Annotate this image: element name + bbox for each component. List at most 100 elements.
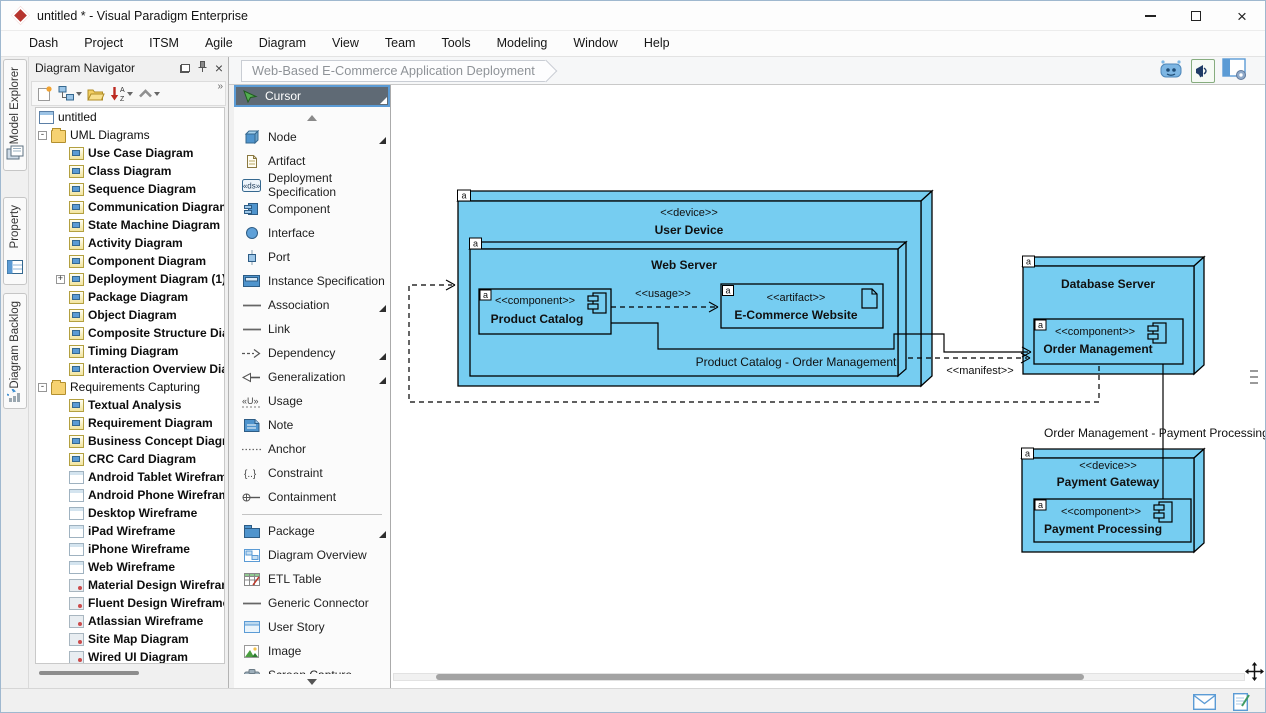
side-tab-property[interactable]: Property xyxy=(3,197,27,285)
expand-corner-icon[interactable] xyxy=(380,97,387,104)
palette-item-generic-connector[interactable]: Generic Connector xyxy=(234,591,390,615)
toolbar-overflow-icon[interactable]: » xyxy=(217,82,222,92)
palette-item-anchor[interactable]: Anchor xyxy=(234,437,390,461)
palette-item-link[interactable]: Link xyxy=(234,317,390,341)
tree-item-composite-structure-diagram[interactable]: Composite Structure Diagram xyxy=(36,324,224,342)
menu-view[interactable]: View xyxy=(319,31,372,56)
announcement-button[interactable] xyxy=(1191,59,1215,83)
breadcrumb[interactable]: Web-Based E-Commerce Application Deploym… xyxy=(241,60,546,82)
palette-item-note[interactable]: Note xyxy=(234,413,390,437)
palette-scroll-up[interactable] xyxy=(234,115,390,121)
palette-item-dependency[interactable]: Dependency xyxy=(234,341,390,365)
palette-scroll-down[interactable] xyxy=(234,679,390,685)
palette-item-constraint[interactable]: {..}Constraint xyxy=(234,461,390,485)
tree-item-atlassian-wireframe[interactable]: Atlassian Wireframe xyxy=(36,612,224,630)
menu-project[interactable]: Project xyxy=(71,31,136,56)
tree-item-requirements-capturing[interactable]: -Requirements Capturing xyxy=(36,378,224,396)
close-button[interactable]: × xyxy=(1219,1,1265,31)
expand-corner-icon[interactable] xyxy=(379,353,386,360)
tree-item-site-map-diagram[interactable]: Site Map Diagram xyxy=(36,630,224,648)
tree-item-iphone-wireframe[interactable]: iPhone Wireframe xyxy=(36,540,224,558)
tree-item-material-design-wireframe[interactable]: Material Design Wireframe xyxy=(36,576,224,594)
tree-item-textual-analysis[interactable]: Textual Analysis xyxy=(36,396,224,414)
expand-corner-icon[interactable] xyxy=(379,377,386,384)
tree-item-package-diagram[interactable]: Package Diagram xyxy=(36,288,224,306)
tree-item-class-diagram[interactable]: Class Diagram xyxy=(36,162,224,180)
component-product-catalog[interactable]: a <<component>> Product Catalog xyxy=(479,289,611,334)
expand-expander-icon[interactable]: + xyxy=(56,275,65,284)
palette-item-component[interactable]: Component xyxy=(234,197,390,221)
tree-item-use-case-diagram[interactable]: Use Case Diagram xyxy=(36,144,224,162)
expand-corner-icon[interactable] xyxy=(379,137,386,144)
new-diagram-button[interactable] xyxy=(35,83,54,104)
tree-item-activity-diagram[interactable]: Activity Diagram xyxy=(36,234,224,252)
palette-item-generalization[interactable]: Generalization xyxy=(234,365,390,389)
palette-item-package[interactable]: Package xyxy=(234,519,390,543)
pan-tool-icon[interactable] xyxy=(1245,662,1264,686)
tree-item-android-tablet-wireframe[interactable]: Android Tablet Wireframe xyxy=(36,468,224,486)
tree-item-fluent-design-wireframe[interactable]: Fluent Design Wireframe xyxy=(36,594,224,612)
collapse-expander-icon[interactable]: - xyxy=(38,131,47,140)
tree-item-sequence-diagram[interactable]: Sequence Diagram xyxy=(36,180,224,198)
tree-item-communication-diagram[interactable]: Communication Diagram xyxy=(36,198,224,216)
tree-item-ipad-wireframe[interactable]: iPad Wireframe xyxy=(36,522,224,540)
palette-item-etl-table[interactable]: ETL Table xyxy=(234,567,390,591)
expand-corner-icon[interactable] xyxy=(379,531,386,538)
palette-item-user-story[interactable]: User Story xyxy=(234,615,390,639)
ai-assistant-icon[interactable] xyxy=(1158,57,1184,86)
messages-button[interactable] xyxy=(1193,694,1216,713)
palette-item-association[interactable]: Association xyxy=(234,293,390,317)
palette-item-screen-capture[interactable]: Screen Capture xyxy=(234,663,390,674)
open-folder-button[interactable] xyxy=(86,83,106,104)
palette-item-node[interactable]: Node xyxy=(234,125,390,149)
menu-modeling[interactable]: Modeling xyxy=(484,31,561,56)
menu-tools[interactable]: Tools xyxy=(428,31,483,56)
component-payment-processing[interactable]: a <<component>> Payment Processing xyxy=(1034,499,1191,542)
component-order-management[interactable]: a <<component>> Order Management xyxy=(1034,319,1183,364)
diagram-canvas[interactable]: a <<device>> User Device a Web Server xyxy=(391,85,1265,688)
palette-item-cursor[interactable]: Cursor xyxy=(234,85,390,107)
minimize-button[interactable] xyxy=(1127,1,1173,31)
notes-button[interactable] xyxy=(1233,692,1250,713)
menu-dash[interactable]: Dash xyxy=(16,31,71,56)
menu-agile[interactable]: Agile xyxy=(192,31,246,56)
menu-itsm[interactable]: ITSM xyxy=(136,31,192,56)
tree-item-requirement-diagram[interactable]: Requirement Diagram xyxy=(36,414,224,432)
tree-item-desktop-wireframe[interactable]: Desktop Wireframe xyxy=(36,504,224,522)
menu-diagram[interactable]: Diagram xyxy=(246,31,319,56)
tree-item-deployment-diagram-1[interactable]: +Deployment Diagram (1) xyxy=(36,270,224,288)
tree-item-untitled[interactable]: untitled xyxy=(36,108,224,126)
tree-item-state-machine-diagram[interactable]: State Machine Diagram xyxy=(36,216,224,234)
maximize-button[interactable] xyxy=(1173,1,1219,31)
side-tab-diagram-backlog[interactable]: Diagram Backlog xyxy=(3,293,27,409)
tree-item-object-diagram[interactable]: Object Diagram xyxy=(36,306,224,324)
group-by-button[interactable] xyxy=(57,83,83,104)
artifact-ecommerce-website[interactable]: a <<artifact>> E-Commerce Website xyxy=(721,284,883,328)
palette-item-diagram-overview[interactable]: Diagram Overview xyxy=(234,543,390,567)
tree-item-web-wireframe[interactable]: Web Wireframe xyxy=(36,558,224,576)
float-panel-icon[interactable] xyxy=(180,64,190,73)
menu-team[interactable]: Team xyxy=(372,31,429,56)
menu-window[interactable]: Window xyxy=(560,31,630,56)
collapse-expander-icon[interactable]: - xyxy=(38,383,47,392)
tree-item-wired-ui-diagram[interactable]: Wired UI Diagram xyxy=(36,648,224,664)
expand-corner-icon[interactable] xyxy=(379,305,386,312)
tree-item-component-diagram[interactable]: Component Diagram xyxy=(36,252,224,270)
palette-item-instance-specification[interactable]: Instance Specification xyxy=(234,269,390,293)
palette-item-interface[interactable]: Interface xyxy=(234,221,390,245)
tree-item-uml-diagrams[interactable]: -UML Diagrams xyxy=(36,126,224,144)
palette-item-image[interactable]: Image xyxy=(234,639,390,663)
pin-panel-icon[interactable] xyxy=(198,61,207,75)
sort-button[interactable]: AZ xyxy=(109,83,134,104)
tree-item-android-phone-wireframe[interactable]: Android Phone Wireframe xyxy=(36,486,224,504)
palette-item-port[interactable]: Port xyxy=(234,245,390,269)
tree-horizontal-scrollbar[interactable] xyxy=(39,671,139,675)
tree-item-interaction-overview-diagram[interactable]: Interaction Overview Diagram xyxy=(36,360,224,378)
tree-item-crc-card-diagram[interactable]: CRC Card Diagram xyxy=(36,450,224,468)
tree-item-business-concept-diagram[interactable]: Business Concept Diagram xyxy=(36,432,224,450)
palette-item-usage[interactable]: «U»Usage xyxy=(234,389,390,413)
canvas-scrollbar-thumb[interactable] xyxy=(436,674,1084,680)
panel-splitter-grip[interactable] xyxy=(1250,361,1258,393)
tree-item-timing-diagram[interactable]: Timing Diagram xyxy=(36,342,224,360)
palette-item-artifact[interactable]: Artifact xyxy=(234,149,390,173)
